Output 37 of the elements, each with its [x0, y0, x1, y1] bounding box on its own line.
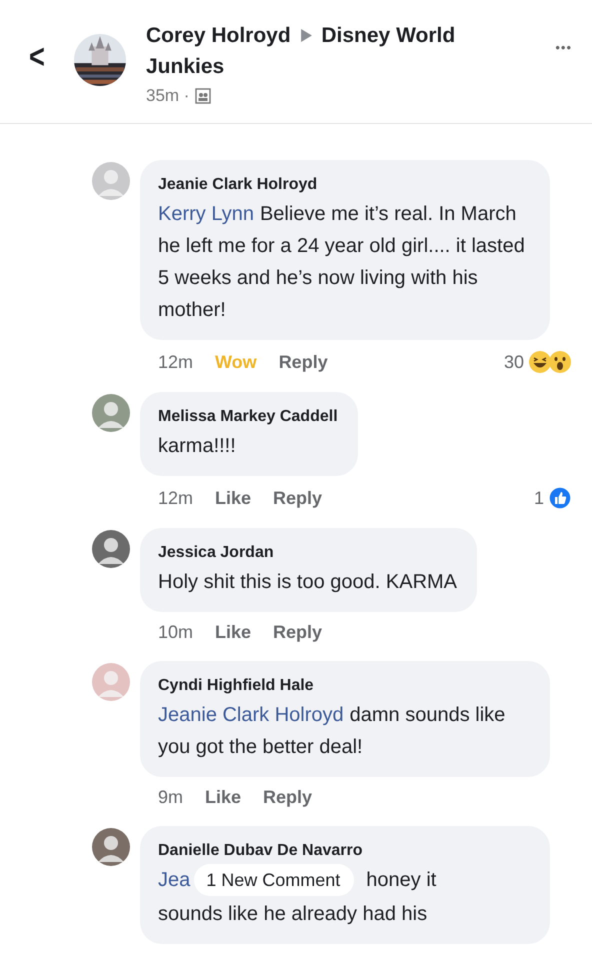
comment-text: sounds like he already had his: [158, 902, 428, 927]
reply-link[interactable]: Reply: [263, 787, 312, 808]
comment-time: 9m: [158, 787, 184, 808]
react-link[interactable]: Like: [215, 488, 252, 508]
avatar[interactable]: [92, 394, 130, 432]
back-button[interactable]: <: [29, 40, 69, 74]
reply-link[interactable]: Reply: [278, 352, 328, 372]
triangle-arrow-icon: [300, 29, 312, 42]
comment-time: 12m: [158, 352, 194, 372]
commenter-name[interactable]: Jeanie Clark Holroyd: [158, 174, 530, 196]
comment-text: Kerry Lynn Believe me it’s real. In March he left me for a 24 year old girl.... it lasted 5 weeks and he’s now living with his mother!: [158, 202, 526, 323]
comment-text: honey it: [366, 868, 436, 893]
new-comments-button[interactable]: 1 New Comment: [194, 864, 354, 896]
avatar[interactable]: [92, 828, 130, 866]
mention-link[interactable]: Jeanie Clark Holroyd: [158, 704, 344, 726]
reply-link[interactable]: Reply: [273, 622, 322, 643]
mention-link[interactable]: Kerry Lynn: [158, 203, 254, 225]
avatar[interactable]: [92, 530, 130, 568]
comment-time: 10m: [158, 622, 194, 643]
comment-text: Jeanie Clark Holroyd damn sounds like you got the better deal!: [158, 703, 506, 760]
comment-text: karma!!!!: [158, 434, 237, 459]
commenter-name[interactable]: Jessica Jordan: [158, 542, 458, 564]
commenter-name[interactable]: Melissa Markey Caddell: [158, 406, 338, 428]
reply-link[interactable]: Reply: [273, 488, 322, 508]
post-time: 35m ·: [146, 86, 190, 106]
post-title[interactable]: Corey Holroyd Disney World Junkies: [146, 20, 506, 82]
commenter-name[interactable]: Danielle Dubav De Navarro: [158, 840, 530, 862]
reaction-count: 30: [504, 352, 524, 372]
mention-link[interactable]: Jea: [158, 864, 190, 896]
react-link[interactable]: Like: [215, 622, 252, 643]
group-icon: [195, 88, 212, 104]
comment-time: 12m: [158, 488, 194, 508]
more-button[interactable]: •••: [555, 40, 572, 55]
commenter-name[interactable]: Cyndi Highfield Hale: [158, 675, 530, 697]
reaction-count: 1: [534, 488, 544, 508]
react-link[interactable]: Like: [205, 787, 242, 808]
comment-text: Holy shit this is too good. KARMA: [158, 570, 458, 595]
